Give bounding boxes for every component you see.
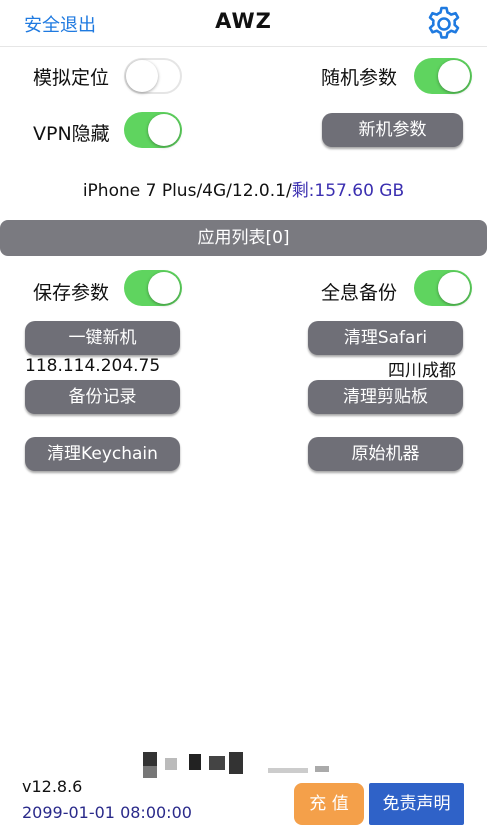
random-params-toggle[interactable] (414, 58, 472, 94)
toggle-knob (438, 60, 470, 92)
clear-clipboard-button[interactable]: 清理剪贴板 (308, 380, 463, 414)
full-backup-toggle[interactable] (414, 270, 472, 306)
random-params-label: 随机参数 (321, 67, 398, 89)
save-params-toggle[interactable] (124, 270, 182, 306)
gear-icon[interactable] (424, 4, 464, 44)
toggle-knob (438, 272, 470, 304)
clear-keychain-button[interactable]: 清理Keychain (25, 437, 180, 471)
new-device-params-button[interactable]: 新机参数 (322, 113, 463, 147)
backup-records-button[interactable]: 备份记录 (25, 380, 180, 414)
device-info: iPhone 7 Plus/4G/12.0.1/剩:157.60 GB (0, 176, 487, 201)
redacted-block (165, 758, 177, 770)
charge-button[interactable]: 充 值 (294, 783, 364, 825)
one-click-new-button[interactable]: 一键新机 (25, 321, 180, 355)
redacted-block (143, 752, 157, 766)
ip-address: 118.114.204.75 (25, 356, 161, 376)
redacted-block (229, 752, 243, 774)
full-backup-label: 全息备份 (321, 282, 398, 304)
remaining-label: 剩: (291, 181, 315, 201)
remaining-storage: 157.60 GB (314, 181, 405, 201)
redacted-block (315, 766, 329, 772)
save-params-label: 保存参数 (33, 282, 110, 304)
mock-location-label: 模拟定位 (33, 67, 110, 89)
redacted-block (209, 756, 225, 770)
mock-location-toggle[interactable] (124, 58, 182, 94)
version-label: v12.8.6 (22, 777, 83, 796)
redacted-area (143, 752, 353, 780)
original-device-button[interactable]: 原始机器 (308, 437, 463, 471)
vpn-hide-toggle[interactable] (124, 112, 182, 148)
redacted-block (189, 754, 201, 770)
toggle-knob (148, 114, 180, 146)
app-list-bar[interactable]: 应用列表[0] (0, 220, 487, 256)
app-title: AWZ (215, 9, 272, 33)
toggle-knob (126, 60, 158, 92)
clear-safari-button[interactable]: 清理Safari (308, 321, 463, 355)
redacted-block (268, 768, 308, 773)
ip-location: 四川成都 (388, 361, 456, 381)
toggle-knob (148, 272, 180, 304)
device-spec: iPhone 7 Plus/4G/12.0.1/ (82, 181, 292, 201)
vpn-hide-label: VPN隐藏 (33, 123, 110, 145)
disclaimer-button[interactable]: 免责声明 (369, 783, 464, 825)
expiry-date: 2099-01-01 08:00:00 (22, 803, 192, 822)
redacted-block (143, 766, 157, 778)
